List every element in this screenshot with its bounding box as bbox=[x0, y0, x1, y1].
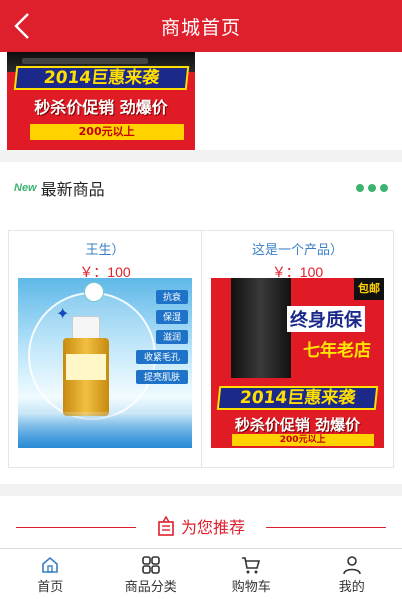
page-title: 商城首页 bbox=[160, 17, 241, 39]
chevron-left-icon bbox=[14, 13, 29, 39]
more-dots-icon[interactable] bbox=[356, 184, 388, 192]
image-year-text: 2014巨惠来袭 bbox=[216, 386, 379, 410]
console-graphic bbox=[231, 278, 291, 378]
product-image[interactable]: ✦ 抗衰 保湿 滋润 收紧毛孔 提亮肌肤 bbox=[18, 278, 192, 448]
home-icon bbox=[42, 556, 59, 573]
tab-label: 我的 bbox=[338, 579, 365, 594]
tab-profile[interactable]: 我的 bbox=[302, 549, 402, 599]
serum-tag: 收紧毛孔 bbox=[136, 350, 188, 364]
tab-label: 购物车 bbox=[231, 579, 271, 594]
banner-sale-text: 秒杀价促销 劲爆价 bbox=[34, 98, 168, 117]
new-badge-icon: New bbox=[14, 182, 37, 194]
recommend-label: 为您推荐 bbox=[180, 520, 245, 537]
tab-home[interactable]: 首页 bbox=[0, 549, 101, 599]
warranty-text: 终身质保 bbox=[287, 306, 365, 332]
tab-label: 商品分类 bbox=[124, 579, 177, 594]
section-title: 最新商品 bbox=[40, 182, 105, 199]
product-image[interactable]: 包邮 终身质保 七年老店 2014巨惠来袭 秒杀价促销 劲爆价 200元以上 bbox=[211, 278, 384, 448]
gift-icon bbox=[158, 516, 174, 536]
shipping-ribbon: 包邮 bbox=[354, 278, 384, 300]
new-products-section: New 最新商品 王生） ￥：100 ✦ 抗衰 保湿 滋润 收紧毛孔 提亮肌肤 bbox=[0, 162, 402, 484]
cart-icon bbox=[242, 557, 261, 574]
serum-tag: 滋润 bbox=[156, 330, 188, 344]
user-icon bbox=[342, 556, 361, 575]
image-tag-text: 200元以上 bbox=[231, 434, 374, 446]
serum-tag: 提亮肌肤 bbox=[136, 370, 188, 384]
promo-banner[interactable]: 2014巨惠来袭 秒杀价促销 劲爆价 200元以上 bbox=[7, 52, 195, 150]
tab-categories[interactable]: 商品分类 bbox=[101, 549, 202, 599]
back-button[interactable] bbox=[0, 0, 44, 52]
tab-label: 首页 bbox=[37, 579, 64, 594]
banner-strip: 2014巨惠来袭 秒杀价促销 劲爆价 200元以上 bbox=[0, 52, 402, 150]
serum-bottle bbox=[63, 316, 109, 416]
store-age-text: 七年老店 bbox=[303, 341, 371, 360]
brand-logo bbox=[84, 282, 104, 302]
serum-tag: 保湿 bbox=[156, 310, 188, 324]
grid-icon bbox=[141, 556, 160, 574]
product-name[interactable]: 这是一个产品） bbox=[202, 239, 393, 258]
product-grid: 王生） ￥：100 ✦ 抗衰 保湿 滋润 收紧毛孔 提亮肌肤 这是一个产品） ￥… bbox=[8, 230, 394, 468]
product-card[interactable]: 这是一个产品） ￥：100 包邮 终身质保 七年老店 2014巨惠来袭 秒杀价促… bbox=[201, 231, 393, 467]
banner-year-text: 2014巨惠来袭 bbox=[13, 66, 189, 90]
section-header: New 最新商品 bbox=[0, 162, 402, 214]
banner-tag-text: 200元以上 bbox=[29, 124, 184, 140]
bottom-tab-bar: 首页 商品分类 购物车 我的 bbox=[0, 548, 402, 599]
serum-tag: 抗衰 bbox=[156, 290, 188, 304]
image-sale-text: 秒杀价促销 劲爆价 bbox=[234, 416, 361, 434]
product-name[interactable]: 王生） bbox=[9, 239, 201, 258]
recommend-title: 为您推荐 bbox=[0, 514, 402, 538]
water-splash bbox=[18, 412, 192, 448]
tab-cart[interactable]: 购物车 bbox=[201, 549, 302, 599]
recommend-section: 为您推荐 bbox=[0, 496, 402, 556]
product-card[interactable]: 王生） ￥：100 ✦ 抗衰 保湿 滋润 收紧毛孔 提亮肌肤 bbox=[9, 231, 201, 467]
top-header: 商城首页 bbox=[0, 0, 402, 52]
